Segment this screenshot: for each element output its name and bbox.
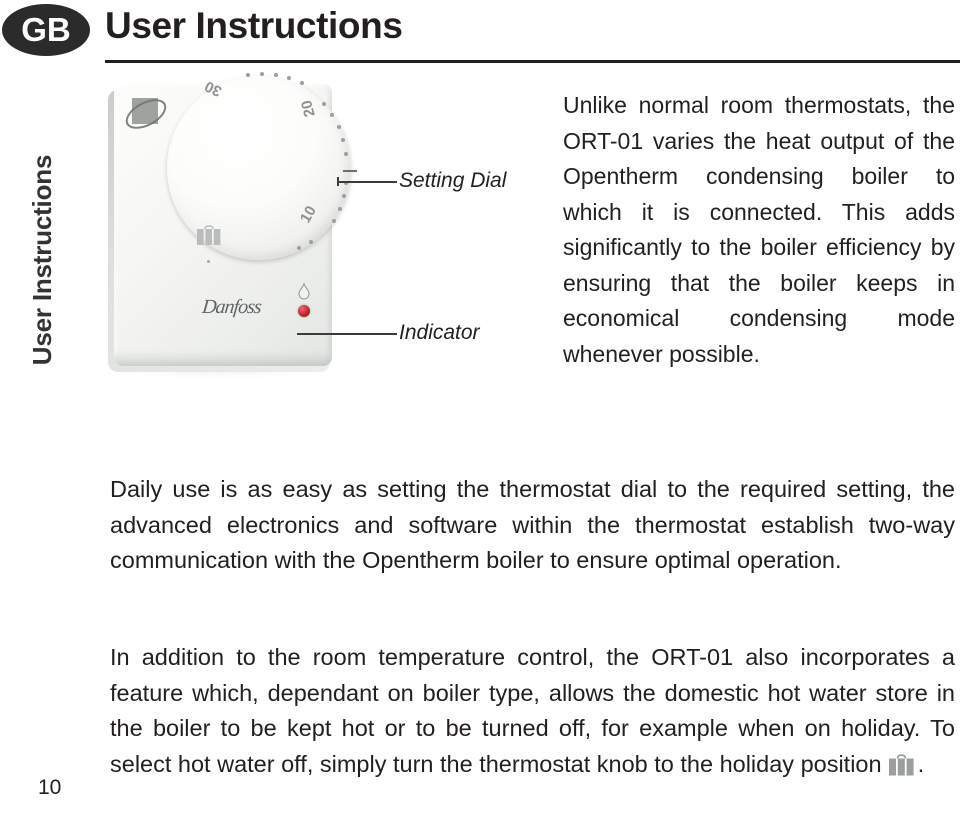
status-indicator-led — [298, 305, 310, 317]
thermostat-faceplate: 30 20 10 Danfoss — [114, 72, 357, 366]
setting-dial-callout-label: Setting Dial — [399, 169, 507, 192]
document-page: GB User Instructions User Instructions 3… — [0, 0, 960, 823]
section-side-tab: User Instructions — [27, 154, 57, 366]
paragraph-hot-water: In addition to the room temperature cont… — [110, 640, 955, 782]
brand-logo: Danfoss — [201, 296, 262, 318]
country-badge-gb: GB — [2, 4, 90, 56]
paragraph-intro: Unlike normal room thermostats, the ORT-… — [563, 92, 955, 367]
dial-number-20: 20 — [297, 98, 319, 119]
thermostat-figure: 30 20 10 Danfoss — [100, 72, 357, 382]
setting-dial-callout-line — [337, 181, 397, 183]
title-divider — [105, 60, 960, 63]
dial-number-30: 30 — [202, 77, 225, 100]
paragraph-hot-water-text: In addition to the room temperature cont… — [110, 644, 955, 777]
faceplate-center-dot — [207, 260, 210, 263]
page-title: User Instructions — [105, 5, 403, 46]
dial-suitcase-icon — [196, 224, 222, 246]
paragraph-hot-water-end: . — [917, 750, 925, 777]
country-badge-label: GB — [21, 10, 71, 48]
indicator-callout-label: Indicator — [399, 321, 480, 344]
dial-pointer-tick — [343, 170, 357, 172]
dial-number-10: 10 — [296, 203, 320, 226]
page-number: 10 — [38, 776, 62, 799]
indicator-callout-line — [297, 333, 397, 335]
dial-scale: 30 20 10 — [167, 72, 357, 260]
paragraph-daily-use: Daily use is as easy as setting the ther… — [110, 476, 955, 573]
flame-icon — [297, 282, 311, 300]
holiday-suitcase-icon — [888, 751, 915, 775]
